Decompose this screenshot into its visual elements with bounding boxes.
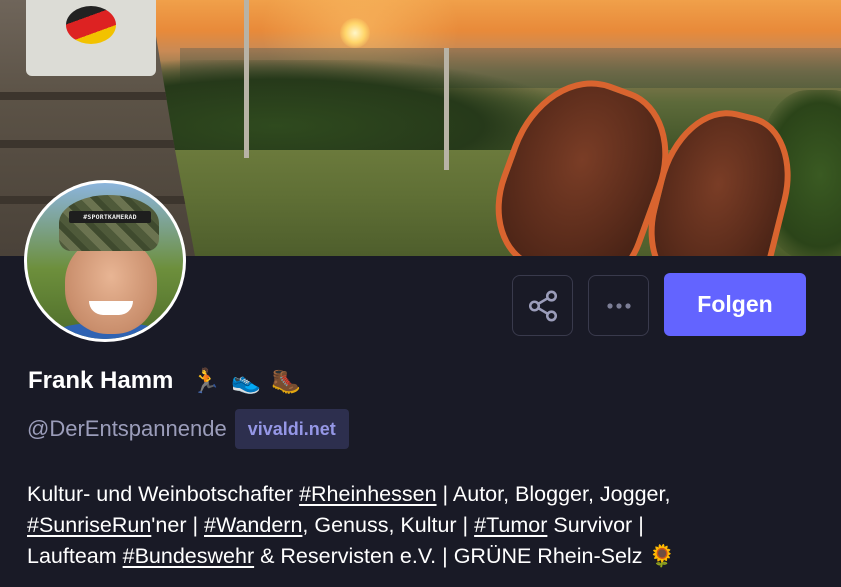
follow-button[interactable]: Folgen: [664, 273, 806, 336]
sun: [340, 18, 370, 48]
flag-emblem: [66, 6, 116, 44]
vineyard-post: [244, 0, 249, 158]
sunflower-emoji-icon: 🌻: [648, 544, 676, 569]
display-name-text: Frank Hamm: [28, 367, 174, 394]
bio-text: , Genuss, Kultur |: [302, 513, 475, 537]
bio-text: | Autor, Blogger, Jogger,: [436, 482, 671, 506]
avatar-cap: [59, 195, 159, 251]
avatar-photo: #SPORTKAMERAD: [27, 183, 183, 339]
domain-badge[interactable]: vivaldi.net: [234, 409, 349, 449]
vineyard-post: [444, 48, 449, 170]
hiking-boot-emoji-icon: 🥾: [271, 367, 302, 395]
display-name: Frank Hamm 🏃 👟 🥾: [28, 367, 301, 395]
runner-emoji-icon: 🏃: [191, 367, 222, 395]
more-icon: [606, 302, 631, 309]
bench-sign: [26, 0, 156, 76]
avatar-face: [65, 238, 157, 334]
bench-plank: [0, 92, 190, 100]
share-icon: [528, 290, 557, 321]
bio-text: Survivor |: [547, 513, 644, 537]
hashtag-link[interactable]: #Bundeswehr: [123, 544, 254, 568]
account-handle: @DerEntspannende: [27, 416, 227, 441]
avatar-cap-text: #SPORTKAMERAD: [69, 211, 151, 223]
bench-plank: [0, 140, 190, 148]
avatar[interactable]: #SPORTKAMERAD: [24, 180, 186, 342]
bio-text: & Reservisten e.V. | GRÜNE Rhein-Selz: [254, 544, 649, 568]
bio-text: 'ner |: [151, 513, 205, 537]
bio-text: Laufteam: [27, 544, 123, 568]
hashtag-link[interactable]: #Rheinhessen: [299, 482, 436, 506]
share-button[interactable]: [512, 275, 573, 336]
running-shoe-emoji-icon: 👟: [231, 367, 262, 395]
profile-bio: Kultur- und Weinbotschafter #Rheinhessen…: [27, 479, 817, 572]
hashtag-link[interactable]: #Wandern: [204, 513, 302, 537]
hashtag-link[interactable]: #Tumor: [474, 513, 547, 537]
hashtag-link[interactable]: #SunriseRun: [27, 513, 151, 537]
more-options-button[interactable]: [588, 275, 649, 336]
handle-row: @DerEntspannende vivaldi.net: [27, 409, 349, 449]
bio-text: Kultur- und Weinbotschafter: [27, 482, 300, 506]
